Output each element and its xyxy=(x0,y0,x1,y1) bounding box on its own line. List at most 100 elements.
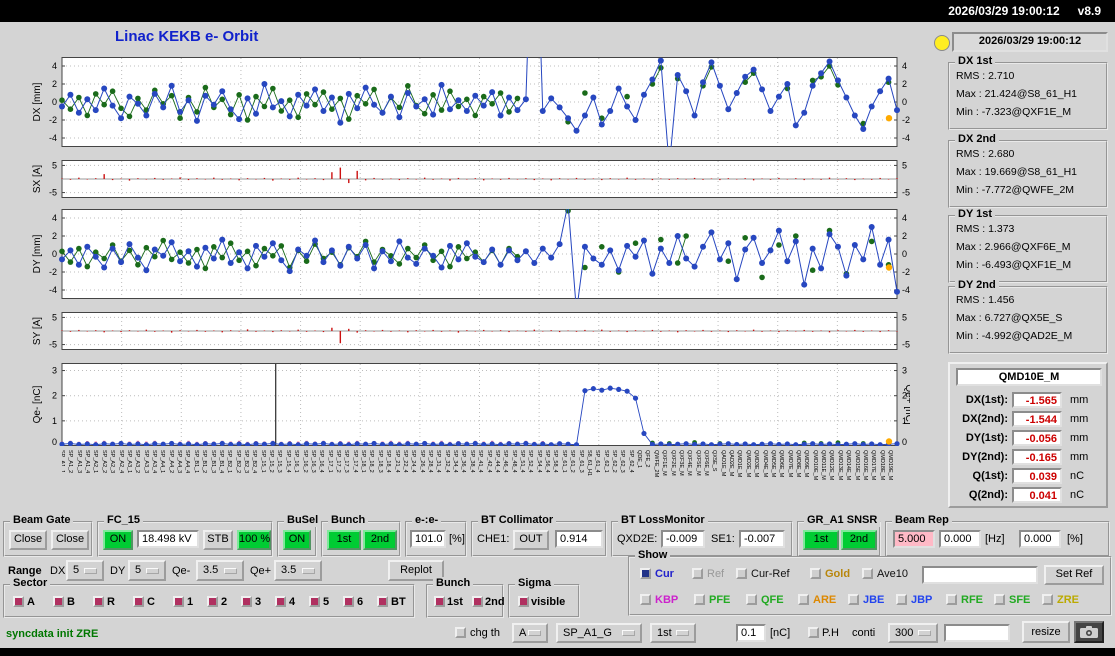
gr-a1-1st-button[interactable]: 1st xyxy=(803,530,839,550)
interval-select[interactable]: 300 xyxy=(888,623,938,643)
status-indicator-lamp xyxy=(934,35,950,51)
bpm-select[interactable]: SP_A1_G xyxy=(556,623,642,643)
bunch-group: Bunch 1st 2nd xyxy=(321,514,401,557)
show-jbp-checkbox[interactable] xyxy=(896,594,907,605)
show-rfe-checkbox[interactable] xyxy=(946,594,957,605)
fc15-on-button[interactable]: ON xyxy=(103,530,133,550)
show-gold-checkbox[interactable] xyxy=(810,568,821,579)
bunch-1st-button[interactable]: 1st xyxy=(327,530,361,550)
bpm-axis-labels: SP_A1_1 SP_A1_2 SP_A1_3 SP_A1_4 SP_A2_1 SP_A2… xyxy=(62,450,893,481)
sector-6-checkbox[interactable] xyxy=(343,596,354,607)
sector-1-checkbox[interactable] xyxy=(173,596,184,607)
option-menu-glyph xyxy=(84,567,97,574)
gr-a1-2nd-button[interactable]: 2nd xyxy=(841,530,877,550)
beam-gate-close-1-button[interactable]: Close xyxy=(9,530,47,550)
sector-3-label: 3 xyxy=(255,596,262,608)
bpm-row-value: 0.039 xyxy=(1012,468,1062,484)
bunch-1st-label: 1st xyxy=(447,596,463,608)
svg-text:Qe- [nC]: Qe- [nC] xyxy=(32,385,43,423)
sector-3-checkbox[interactable] xyxy=(241,596,252,607)
screenshot-button[interactable] xyxy=(1074,621,1104,643)
ref-file-input[interactable] xyxy=(922,566,1038,584)
stat-group-title: DY 1st xyxy=(955,208,996,221)
fc15-group: FC_15 ON 18.498 kV STB 100 % xyxy=(97,514,273,557)
svg-text:DY [mm]: DY [mm] xyxy=(32,234,43,273)
bpm-row-label: DY(2nd): xyxy=(962,451,1008,463)
ee-ratio-group: e-:e- 101.0 [%] xyxy=(405,514,467,557)
orbit-monitor-window: 2026/03/29 19:00:12 v8.9 Linac KEKB e- O… xyxy=(0,0,1115,656)
show-ave10-checkbox[interactable] xyxy=(862,568,873,579)
qxd2e-value: -0.009 xyxy=(661,530,705,548)
sector-a-checkbox[interactable] xyxy=(13,596,24,607)
bunch-2nd-button[interactable]: 2nd xyxy=(363,530,397,550)
show-zre-label: ZRE xyxy=(1057,594,1079,606)
bpm-row-unit: nC xyxy=(1070,470,1085,482)
svg-text:4: 4 xyxy=(902,61,907,71)
svg-text:-2: -2 xyxy=(49,267,57,277)
group-title: Show xyxy=(635,549,671,562)
show-zre-checkbox[interactable] xyxy=(1042,594,1053,605)
bunch-number-select[interactable]: 1st xyxy=(650,623,696,643)
stat-min: Min : -7.772@QWFE_2M xyxy=(956,184,1075,196)
svg-text:-2: -2 xyxy=(902,115,910,125)
range-dy-select[interactable]: 5 xyxy=(128,560,166,581)
beam-rep-percent-unit: [%] xyxy=(1067,533,1083,545)
window-titlebar: 2026/03/29 19:00:12 v8.9 xyxy=(0,0,1115,22)
fc15-stb-button[interactable]: STB xyxy=(203,530,233,550)
svg-text:4: 4 xyxy=(52,213,57,223)
show-sfe-label: SFE xyxy=(1009,594,1031,606)
range-dx-select[interactable]: 5 xyxy=(66,560,104,581)
sector-c-checkbox[interactable] xyxy=(133,596,144,607)
bpm-row-unit: mm xyxy=(1070,413,1089,425)
svg-text:-5: -5 xyxy=(902,340,910,350)
svg-text:0: 0 xyxy=(902,249,907,259)
dx-plot: 4 4 2 2 0 0 -2 -2 -4 -4 DX [mm] xyxy=(32,57,910,147)
svg-text:-4: -4 xyxy=(902,133,910,143)
sector-b-checkbox[interactable] xyxy=(53,596,64,607)
sigma-visible-checkbox[interactable] xyxy=(518,596,529,607)
status-message: syncdata init ZRE xyxy=(6,628,99,640)
sector-2-checkbox[interactable] xyxy=(207,596,218,607)
show-cur-checkbox[interactable] xyxy=(640,568,651,579)
che1-out-button[interactable]: OUT xyxy=(513,530,549,550)
misc-input[interactable] xyxy=(944,624,1010,642)
stat-max: Max : 21.424@S8_61_H1 xyxy=(956,88,1077,100)
sector-bt-checkbox[interactable] xyxy=(377,596,388,607)
bpm-row-value: -1.544 xyxy=(1012,411,1062,427)
stat-min: Min : -6.493@QXF1E_M xyxy=(956,259,1072,271)
sector-r-checkbox[interactable] xyxy=(93,596,104,607)
show-jbe-checkbox[interactable] xyxy=(848,594,859,605)
bunch-1st-checkbox[interactable] xyxy=(434,596,445,607)
sector-4-checkbox[interactable] xyxy=(275,596,286,607)
show-group: Show Cur Ref Cur-Ref Gold Ave10 Set Ref … xyxy=(628,549,1112,616)
svg-text:Qe+ [nC]: Qe+ [nC] xyxy=(903,384,910,425)
chg-th-checkbox[interactable] xyxy=(455,627,466,638)
threshold-value[interactable]: 0.1 xyxy=(736,624,766,642)
beam-gate-close-2-button[interactable]: Close xyxy=(51,530,89,550)
group-title: Sigma xyxy=(515,577,555,590)
bt-collimator-group: BT Collimator CHE1: OUT 0.914 xyxy=(471,514,607,557)
show-kbp-checkbox[interactable] xyxy=(640,594,651,605)
sector-select[interactable]: A xyxy=(512,623,548,643)
set-ref-button[interactable]: Set Ref xyxy=(1044,565,1104,585)
dy-plot: 4 4 2 2 0 0 -2 -2 -4 -4 DY [mm] xyxy=(32,209,910,299)
show-jbe-label: JBE xyxy=(863,594,885,606)
option-menu-glyph xyxy=(528,630,541,636)
ph-checkbox[interactable] xyxy=(808,627,819,638)
busel-on-button[interactable]: ON xyxy=(283,530,311,550)
show-are-checkbox[interactable] xyxy=(798,594,809,605)
show-cur-ref-checkbox[interactable] xyxy=(736,568,747,579)
resize-button[interactable]: resize xyxy=(1022,621,1070,643)
qxd2e-label: QXD2E: xyxy=(617,533,658,545)
range-qep-select[interactable]: 3.5 xyxy=(274,560,322,581)
bunch-2nd-checkbox[interactable] xyxy=(472,596,483,607)
show-pfe-checkbox[interactable] xyxy=(694,594,705,605)
group-title: e-:e- xyxy=(412,514,442,527)
sector-5-checkbox[interactable] xyxy=(309,596,320,607)
range-qem-select[interactable]: 3.5 xyxy=(196,560,244,581)
show-ref-checkbox[interactable] xyxy=(692,568,703,579)
bpm-row-label: Q(2nd): xyxy=(968,489,1008,501)
show-ave10-label: Ave10 xyxy=(877,568,908,580)
show-sfe-checkbox[interactable] xyxy=(994,594,1005,605)
show-qfe-checkbox[interactable] xyxy=(746,594,757,605)
